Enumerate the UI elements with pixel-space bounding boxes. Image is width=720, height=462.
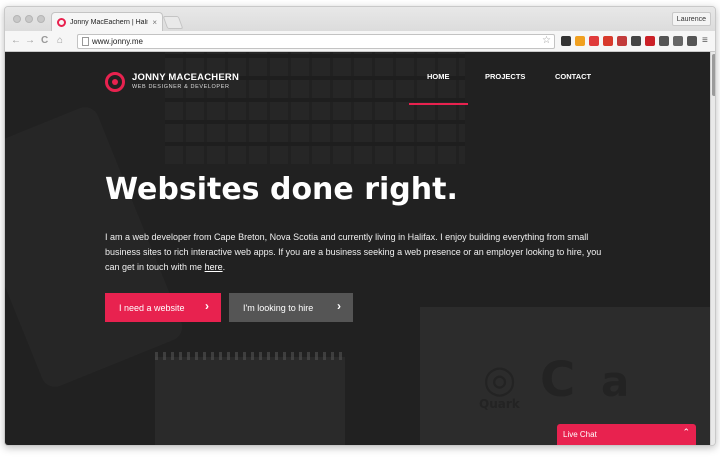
hero-description: I am a web developer from Cape Breton, N…: [105, 230, 615, 275]
close-tab-icon[interactable]: ×: [152, 18, 157, 27]
url-text[interactable]: www.jonny.me: [92, 37, 143, 46]
live-chat-label: Live Chat: [563, 430, 597, 439]
browser-tab[interactable]: Jonny MacEachern | Halifax ×: [51, 12, 163, 31]
address-bar[interactable]: www.jonny.me ☆: [77, 34, 555, 49]
bookmark-star-icon[interactable]: ☆: [542, 35, 551, 46]
brand-logo-icon[interactable]: [105, 72, 125, 92]
brand-name[interactable]: JONNY MACEACHERN: [132, 72, 239, 83]
brand-tagline: WEB DESIGNER & DEVELOPER: [132, 84, 230, 90]
pinterest-extension-icon[interactable]: [645, 36, 655, 46]
menu-icon[interactable]: ≡: [702, 35, 708, 47]
new-tab-button[interactable]: [162, 16, 184, 29]
close-window-button[interactable]: [13, 15, 21, 23]
nav-contact[interactable]: CONTACT: [555, 72, 591, 81]
puzzle-extension-icon[interactable]: [673, 36, 683, 46]
orange-extension-icon[interactable]: [575, 36, 585, 46]
chevron-right-icon: ›: [337, 299, 341, 313]
chevron-up-icon[interactable]: ⌃: [682, 427, 690, 438]
home-icon[interactable]: ⌂: [57, 35, 63, 47]
contact-here-link[interactable]: here: [205, 262, 223, 272]
red-extension-icon[interactable]: [589, 36, 599, 46]
tab-title: Jonny MacEachern | Halifax: [70, 18, 149, 26]
reload-icon[interactable]: C: [41, 35, 48, 47]
browser-window: Jonny MacEachern | Halifax × Laurence ← …: [4, 6, 716, 446]
nav-projects[interactable]: PROJECTS: [485, 72, 525, 81]
hero-title: Websites done right.: [105, 172, 458, 207]
page-icon: [82, 37, 89, 46]
browser-toolbar: ← → C ⌂ www.jonny.me ☆ ≡: [5, 31, 715, 52]
scrollbar-thumb[interactable]: [712, 54, 715, 96]
hero-description-end: .: [222, 262, 226, 272]
web-page: ◎ Quark C a JONNY MACEACHERN WEB DESIGNE…: [5, 52, 710, 445]
looking-to-hire-button[interactable]: I'm looking to hire ›: [229, 293, 353, 322]
nav-active-indicator: [409, 103, 468, 105]
mail-extension-icon[interactable]: [617, 36, 627, 46]
chevron-right-icon: ›: [205, 299, 209, 313]
pocket-extension-icon[interactable]: [631, 36, 641, 46]
live-chat-widget[interactable]: Live Chat ⌃: [557, 424, 696, 445]
need-website-button[interactable]: I need a website ›: [105, 293, 221, 322]
forward-icon[interactable]: →: [25, 35, 35, 47]
settings-extension-icon[interactable]: [687, 36, 697, 46]
back-icon[interactable]: ←: [11, 35, 21, 47]
minimize-window-button[interactable]: [25, 15, 33, 23]
profile-button[interactable]: Laurence: [671, 12, 711, 26]
tab-strip: Jonny MacEachern | Halifax × Laurence: [5, 7, 715, 31]
zoom-window-button[interactable]: [37, 15, 45, 23]
nav-home[interactable]: HOME: [427, 72, 450, 81]
site-favicon-icon: [57, 17, 66, 27]
looking-to-hire-label: I'm looking to hire: [243, 302, 314, 313]
need-website-label: I need a website: [119, 302, 185, 313]
bookmark-extension-icon[interactable]: [659, 36, 669, 46]
opera-extension-icon[interactable]: [603, 36, 613, 46]
hero-description-text: I am a web developer from Cape Breton, N…: [105, 232, 602, 272]
page-scrollbar[interactable]: [710, 52, 715, 445]
stack-extension-icon[interactable]: [561, 36, 571, 46]
